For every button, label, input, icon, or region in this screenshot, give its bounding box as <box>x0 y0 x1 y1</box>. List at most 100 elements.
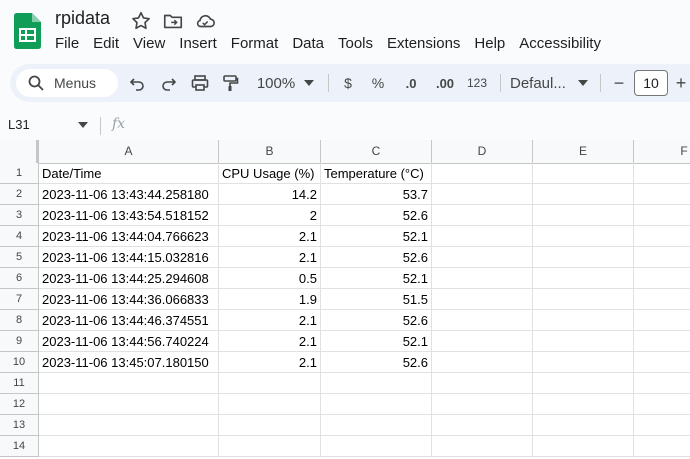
cell[interactable]: 2.1 <box>219 331 321 352</box>
cell[interactable]: 2.1 <box>219 352 321 373</box>
cell[interactable] <box>634 184 690 205</box>
cell[interactable] <box>634 226 690 247</box>
cell[interactable]: 2023-11-06 13:44:36.066833 <box>39 289 219 310</box>
zoom-select[interactable]: 100% <box>254 64 298 102</box>
row-header[interactable]: 6 <box>0 268 39 289</box>
menu-edit[interactable]: Edit <box>93 35 119 52</box>
cell[interactable] <box>432 310 533 331</box>
cell[interactable]: 52.1 <box>321 226 432 247</box>
undo-button[interactable] <box>126 64 148 102</box>
cell[interactable] <box>533 184 634 205</box>
column-header-b[interactable]: B <box>219 140 321 163</box>
search-menus-button[interactable]: Menus <box>16 69 118 97</box>
cell[interactable] <box>432 163 533 184</box>
cell[interactable]: 52.6 <box>321 310 432 331</box>
cell[interactable] <box>219 436 321 457</box>
increase-decimal-button[interactable]: .00 <box>430 64 460 102</box>
menu-format[interactable]: Format <box>231 35 279 52</box>
menu-view[interactable]: View <box>133 35 165 52</box>
cell[interactable] <box>533 373 634 394</box>
cell[interactable]: 51.5 <box>321 289 432 310</box>
cell[interactable] <box>634 331 690 352</box>
cell[interactable] <box>39 436 219 457</box>
menu-file[interactable]: File <box>55 35 79 52</box>
cell[interactable]: 0.5 <box>219 268 321 289</box>
cell[interactable] <box>634 415 690 436</box>
cell[interactable] <box>533 226 634 247</box>
cell[interactable]: 2.1 <box>219 310 321 331</box>
cell[interactable] <box>432 415 533 436</box>
cell[interactable]: 52.6 <box>321 352 432 373</box>
cell[interactable] <box>634 394 690 415</box>
cell[interactable]: 2023-11-06 13:43:44.258180 <box>39 184 219 205</box>
increase-font-size-button[interactable]: + <box>674 64 688 102</box>
menu-extensions[interactable]: Extensions <box>387 35 460 52</box>
spreadsheet-grid[interactable]: A B C D E F 1 Date/Time CPU Usage (%) Temperature… <box>0 140 690 459</box>
cell[interactable] <box>321 415 432 436</box>
cell[interactable]: 53.7 <box>321 184 432 205</box>
cell[interactable] <box>634 373 690 394</box>
cell[interactable] <box>634 247 690 268</box>
cell[interactable] <box>432 268 533 289</box>
cell[interactable]: 52.6 <box>321 205 432 226</box>
cell[interactable] <box>219 394 321 415</box>
row-header[interactable]: 10 <box>0 352 39 373</box>
cell[interactable] <box>533 310 634 331</box>
cell[interactable] <box>533 205 634 226</box>
cell[interactable] <box>533 247 634 268</box>
cell[interactable]: 52.6 <box>321 247 432 268</box>
cell[interactable] <box>634 289 690 310</box>
cell[interactable]: Temperature (°C) <box>321 163 432 184</box>
row-header[interactable]: 4 <box>0 226 39 247</box>
cell[interactable]: 2023-11-06 13:45:07.180150 <box>39 352 219 373</box>
cloud-saved-icon[interactable] <box>194 10 216 32</box>
cell[interactable] <box>321 373 432 394</box>
menu-help[interactable]: Help <box>474 35 505 52</box>
cell[interactable]: 2023-11-06 13:44:56.740224 <box>39 331 219 352</box>
cell[interactable]: 2023-11-06 13:44:04.766623 <box>39 226 219 247</box>
row-header[interactable]: 9 <box>0 331 39 352</box>
row-header[interactable]: 3 <box>0 205 39 226</box>
menu-accessibility[interactable]: Accessibility <box>519 35 601 52</box>
sheets-logo-icon[interactable] <box>14 13 41 49</box>
menu-insert[interactable]: Insert <box>179 35 217 52</box>
column-header-a[interactable]: A <box>39 140 219 163</box>
cell[interactable]: 1.9 <box>219 289 321 310</box>
paint-format-button[interactable] <box>218 64 242 102</box>
column-header-e[interactable]: E <box>533 140 634 163</box>
cell[interactable] <box>432 226 533 247</box>
cell[interactable] <box>533 436 634 457</box>
cell[interactable] <box>39 373 219 394</box>
cell[interactable] <box>634 268 690 289</box>
cell[interactable]: 52.1 <box>321 331 432 352</box>
cell[interactable]: 52.1 <box>321 268 432 289</box>
row-header[interactable]: 12 <box>0 394 39 415</box>
cell[interactable]: 2023-11-06 13:44:25.294608 <box>39 268 219 289</box>
star-icon[interactable] <box>130 10 152 32</box>
decrease-font-size-button[interactable]: − <box>610 64 628 102</box>
cell[interactable] <box>321 436 432 457</box>
cell[interactable] <box>432 289 533 310</box>
cell[interactable]: 2 <box>219 205 321 226</box>
column-header-f[interactable]: F <box>634 140 690 163</box>
row-header[interactable]: 7 <box>0 289 39 310</box>
cell[interactable]: Date/Time <box>39 163 219 184</box>
cell[interactable] <box>219 373 321 394</box>
cell[interactable]: 2023-11-06 13:44:46.374551 <box>39 310 219 331</box>
cell[interactable] <box>432 184 533 205</box>
cell[interactable]: 2023-11-06 13:44:15.032816 <box>39 247 219 268</box>
row-header[interactable]: 5 <box>0 247 39 268</box>
cell[interactable]: 2.1 <box>219 247 321 268</box>
column-header-c[interactable]: C <box>321 140 432 163</box>
cell[interactable]: CPU Usage (%) <box>219 163 321 184</box>
font-select[interactable]: Defaul... <box>510 64 570 102</box>
cell[interactable]: 2023-11-06 13:43:54.518152 <box>39 205 219 226</box>
cell[interactable] <box>432 331 533 352</box>
cell[interactable] <box>533 352 634 373</box>
cell[interactable] <box>432 352 533 373</box>
document-title[interactable]: rpidata <box>55 8 110 29</box>
column-header-d[interactable]: D <box>432 140 533 163</box>
menu-data[interactable]: Data <box>292 35 324 52</box>
cell[interactable] <box>39 415 219 436</box>
decrease-decimal-button[interactable]: .0 <box>398 64 424 102</box>
